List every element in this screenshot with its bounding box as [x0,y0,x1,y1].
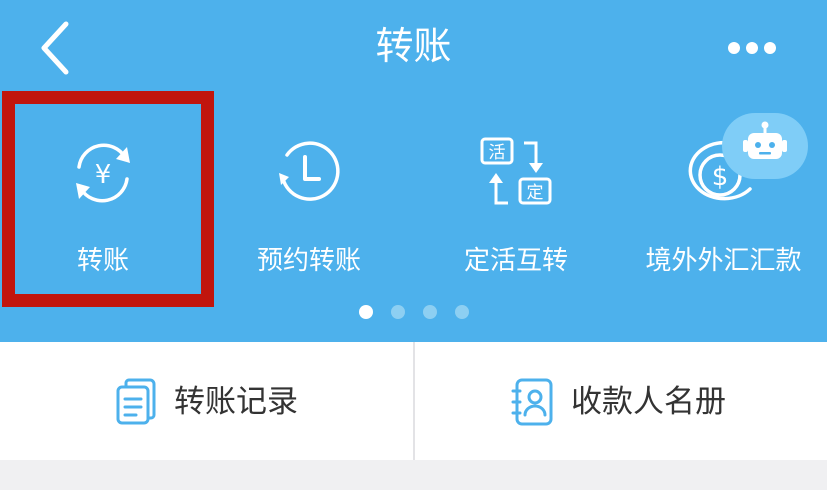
quick-action-scheduled-transfer[interactable]: 预约转账 [206,105,412,295]
payee-book-button[interactable]: 收款人名册 [415,342,827,460]
more-button[interactable] [712,26,792,70]
action-divider [413,342,415,460]
assistant-button[interactable] [722,113,808,179]
quick-action-label: 转账 [76,246,129,276]
svg-text:定: 定 [527,183,544,203]
quick-action-transfer[interactable]: ¥ 转账 [0,105,206,295]
pagination-dots [0,305,827,319]
page-dot[interactable] [454,305,469,319]
page-dot[interactable] [422,305,437,319]
quick-action-label: 定活互转 [463,246,568,276]
clock-icon [279,141,340,201]
svg-text:活: 活 [489,143,506,163]
fixed-current-swap-icon: 活 定 [480,137,552,205]
transfer-screen: 转账 ¥ 转账 预约转账 活 定 定活互转 $ 境外外汇汇款 转账记录 收款人名… [0,0,827,490]
payee-book-label: 收款人名册 [571,384,726,420]
quick-action-fixed-current-swap[interactable]: 活 定 定活互转 [412,105,620,295]
transfer-records-button[interactable]: 转账记录 [0,342,413,460]
yuan-cycle-icon: ¥ [76,143,130,203]
more-dots-icon [728,42,776,54]
page-title: 转账 [375,24,452,68]
document-list-icon [116,378,156,425]
quick-action-label: 境外外汇汇款 [645,246,802,276]
robot-icon [743,121,787,159]
page-dot[interactable] [390,305,405,319]
transfer-records-label: 转账记录 [174,384,298,420]
svg-text:¥: ¥ [95,160,112,190]
contact-book-icon [511,378,553,426]
page-dot-active[interactable] [358,305,373,319]
header-bar: 转账 ¥ 转账 预约转账 活 定 定活互转 $ 境外外汇汇款 [0,0,827,342]
quick-action-label: 预约转账 [256,246,361,276]
